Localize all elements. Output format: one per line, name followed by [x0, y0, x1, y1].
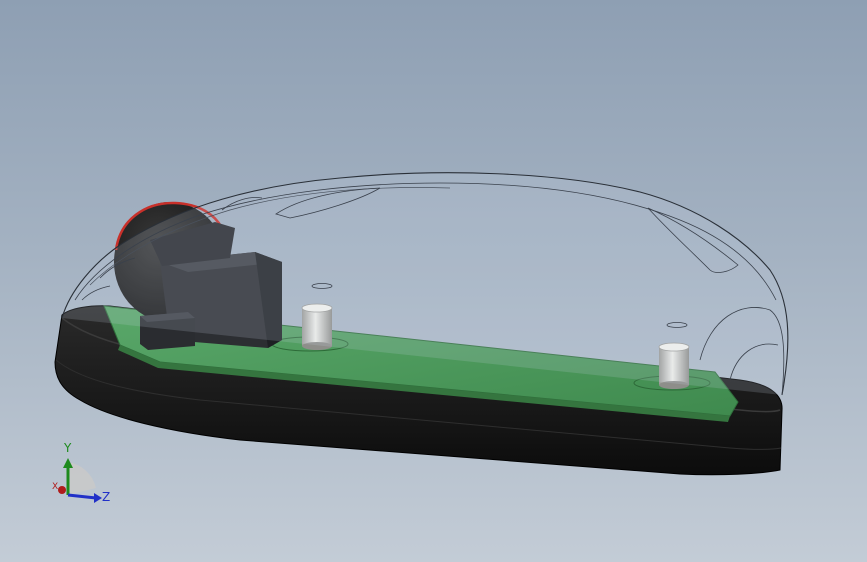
graphics-viewport[interactable]: Y Z X [0, 0, 867, 562]
x-axis-label: X [52, 482, 59, 492]
z-axis-label: Z [102, 490, 111, 504]
triad-axes-icon [58, 458, 102, 503]
y-axis-label: Y [64, 441, 72, 455]
mouse-assembly-model[interactable] [0, 0, 867, 562]
coordinate-triad: Y Z X [46, 440, 126, 515]
